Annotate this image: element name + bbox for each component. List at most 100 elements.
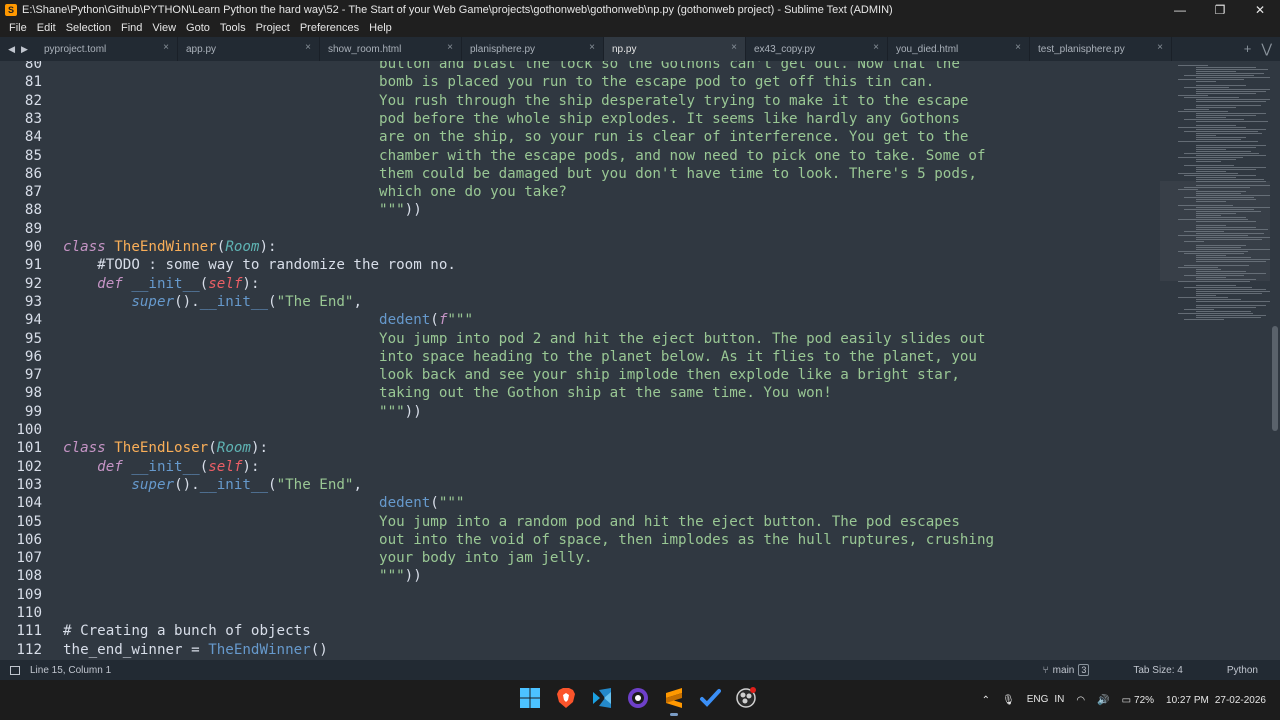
tab-pyproject-toml[interactable]: pyproject.toml × xyxy=(36,37,178,61)
code-editor[interactable]: 80 button and blast the lock so the Goth… xyxy=(0,61,1160,660)
new-tab-icon[interactable]: + xyxy=(1244,41,1252,57)
code-line[interactable]: 81 bomb is placed you run to the escape … xyxy=(0,73,1160,91)
tab-close-icon[interactable]: × xyxy=(447,42,453,53)
keyboard-region: IN xyxy=(1054,694,1065,705)
tab-close-icon[interactable]: × xyxy=(873,42,879,53)
battery-indicator[interactable]: ▭ 72% xyxy=(1116,695,1160,706)
tab-app-py[interactable]: app.py × xyxy=(178,37,320,61)
menu-edit[interactable]: Edit xyxy=(32,22,61,34)
code-line[interactable]: 100 xyxy=(0,421,1160,439)
cursor-position[interactable]: Line 15, Column 1 xyxy=(30,665,111,676)
code-line[interactable]: 98 taking out the Gothon ship at the sam… xyxy=(0,384,1160,402)
minimap-line xyxy=(1184,153,1259,154)
tab-close-icon[interactable]: × xyxy=(1157,42,1163,53)
vertical-scrollbar[interactable] xyxy=(1270,61,1280,660)
taskbar: ⌃ 🎙 ENG IN ◠ 🔊 ▭ 72% 10:27 PM 27-02-2026 xyxy=(0,680,1280,720)
code-line[interactable]: 108 """)) xyxy=(0,567,1160,585)
menu-preferences[interactable]: Preferences xyxy=(295,22,364,34)
code-line[interactable]: 87 which one do you take? xyxy=(0,183,1160,201)
language-indicator[interactable]: ENG IN xyxy=(1021,694,1071,706)
code-line[interactable]: 99 """)) xyxy=(0,403,1160,421)
tab-ex43-copy-py[interactable]: ex43_copy.py × xyxy=(746,37,888,61)
minimize-button[interactable]: — xyxy=(1160,0,1200,19)
code-line[interactable]: 107 your body into jam jelly. xyxy=(0,549,1160,567)
tray-overflow-icon[interactable]: ⌃ xyxy=(976,695,996,706)
code-line[interactable]: 92 def __init__(self): xyxy=(0,275,1160,293)
code-line[interactable]: 102 def __init__(self): xyxy=(0,458,1160,476)
menu-help[interactable]: Help xyxy=(364,22,397,34)
code-line[interactable]: 97 look back and see your ship implode t… xyxy=(0,366,1160,384)
scrollbar-thumb[interactable] xyxy=(1272,326,1278,431)
tab-you-died-html[interactable]: you_died.html × xyxy=(888,37,1030,61)
tab-next-icon[interactable]: ▶ xyxy=(21,44,28,55)
code-line[interactable]: 110 xyxy=(0,604,1160,622)
code-line[interactable]: 112 the_end_winner = TheEndWinner() xyxy=(0,641,1160,659)
code-line[interactable]: 96 into space heading to the planet belo… xyxy=(0,348,1160,366)
wifi-icon[interactable]: ◠ xyxy=(1070,695,1091,706)
menu-file[interactable]: File xyxy=(4,22,32,34)
line-code: the_end_winner = TheEndWinner() xyxy=(63,641,328,659)
code-line[interactable]: 106 out into the void of space, then imp… xyxy=(0,531,1160,549)
code-line[interactable]: 103 super().__init__("The End", xyxy=(0,476,1160,494)
menu-view[interactable]: View xyxy=(147,22,181,34)
code-line[interactable]: 111 # Creating a bunch of objects xyxy=(0,622,1160,640)
code-line[interactable]: 83 pod before the whole ship explodes. I… xyxy=(0,110,1160,128)
clock[interactable]: 10:27 PM 27-02-2026 xyxy=(1160,694,1280,707)
line-code: """)) xyxy=(63,403,422,421)
tab-close-icon[interactable]: × xyxy=(589,42,595,53)
code-line[interactable]: 101 class TheEndLoser(Room): xyxy=(0,439,1160,457)
menu-project[interactable]: Project xyxy=(251,22,295,34)
code-line[interactable]: 82 You rush through the ship desperately… xyxy=(0,92,1160,110)
minimap-line xyxy=(1184,319,1224,320)
code-line[interactable]: 90 class TheEndWinner(Room): xyxy=(0,238,1160,256)
todo-app-icon[interactable] xyxy=(698,686,722,710)
brave-browser-icon[interactable] xyxy=(554,686,578,710)
code-line[interactable]: 85 chamber with the escape pods, and now… xyxy=(0,147,1160,165)
tab-size[interactable]: Tab Size: 4 xyxy=(1111,665,1204,676)
tab-close-icon[interactable]: × xyxy=(731,42,737,53)
code-line[interactable]: 91 #TODO : some way to randomize the roo… xyxy=(0,256,1160,274)
code-line[interactable]: 84 are on the ship, so your run is clear… xyxy=(0,128,1160,146)
minimap-line xyxy=(1196,291,1270,292)
code-line[interactable]: 94 dedent(f""" xyxy=(0,311,1160,329)
github-desktop-icon[interactable] xyxy=(626,686,650,710)
code-token: (). xyxy=(174,476,200,493)
code-line[interactable]: 89 xyxy=(0,220,1160,238)
tab-close-icon[interactable]: × xyxy=(1015,42,1021,53)
close-button[interactable]: ✕ xyxy=(1240,0,1280,19)
syntax-selector[interactable]: Python xyxy=(1205,665,1280,676)
code-line[interactable]: 93 super().__init__("The End", xyxy=(0,293,1160,311)
tab-planisphere-py[interactable]: planisphere.py × xyxy=(462,37,604,61)
windows-start-icon[interactable] xyxy=(518,686,542,710)
menu-tools[interactable]: Tools xyxy=(215,22,251,34)
tab-list-icon[interactable]: ⋁ xyxy=(1261,41,1272,57)
tab-test-planisphere-py[interactable]: test_planisphere.py × xyxy=(1030,37,1172,61)
code-line[interactable]: 104 dedent(""" xyxy=(0,494,1160,512)
minimap[interactable] xyxy=(1160,61,1270,660)
tab-close-icon[interactable]: × xyxy=(305,42,311,53)
visual-studio-icon[interactable] xyxy=(590,686,614,710)
volume-icon[interactable]: 🔊 xyxy=(1091,695,1115,706)
git-branch[interactable]: ⑂ main 3 xyxy=(1021,664,1112,676)
minimap-line xyxy=(1196,99,1270,100)
code-line[interactable]: 105 You jump into a random pod and hit t… xyxy=(0,513,1160,531)
maximize-button[interactable]: ❐ xyxy=(1200,0,1240,19)
code-line[interactable]: 109 xyxy=(0,586,1160,604)
obs-icon[interactable] xyxy=(734,686,758,710)
menu-selection[interactable]: Selection xyxy=(61,22,116,34)
tab-np-py[interactable]: np.py × xyxy=(604,37,746,61)
tab-close-icon[interactable]: × xyxy=(163,42,169,53)
panel-toggle-icon[interactable] xyxy=(10,665,20,675)
code-line[interactable]: 95 You jump into pod 2 and hit the eject… xyxy=(0,330,1160,348)
tab-prev-icon[interactable]: ◀ xyxy=(8,44,15,55)
code-line[interactable]: 86 them could be damaged but you don't h… xyxy=(0,165,1160,183)
menu-find[interactable]: Find xyxy=(116,22,147,34)
tab-label: planisphere.py xyxy=(470,43,536,55)
minimap-line xyxy=(1196,179,1264,180)
microphone-icon[interactable]: 🎙 xyxy=(996,695,1021,706)
code-line[interactable]: 80 button and blast the lock so the Goth… xyxy=(0,61,1160,73)
sublime-text-taskbar-icon[interactable] xyxy=(662,686,686,716)
code-line[interactable]: 88 """)) xyxy=(0,201,1160,219)
tab-show-room-html[interactable]: show_room.html × xyxy=(320,37,462,61)
menu-goto[interactable]: Goto xyxy=(181,22,215,34)
